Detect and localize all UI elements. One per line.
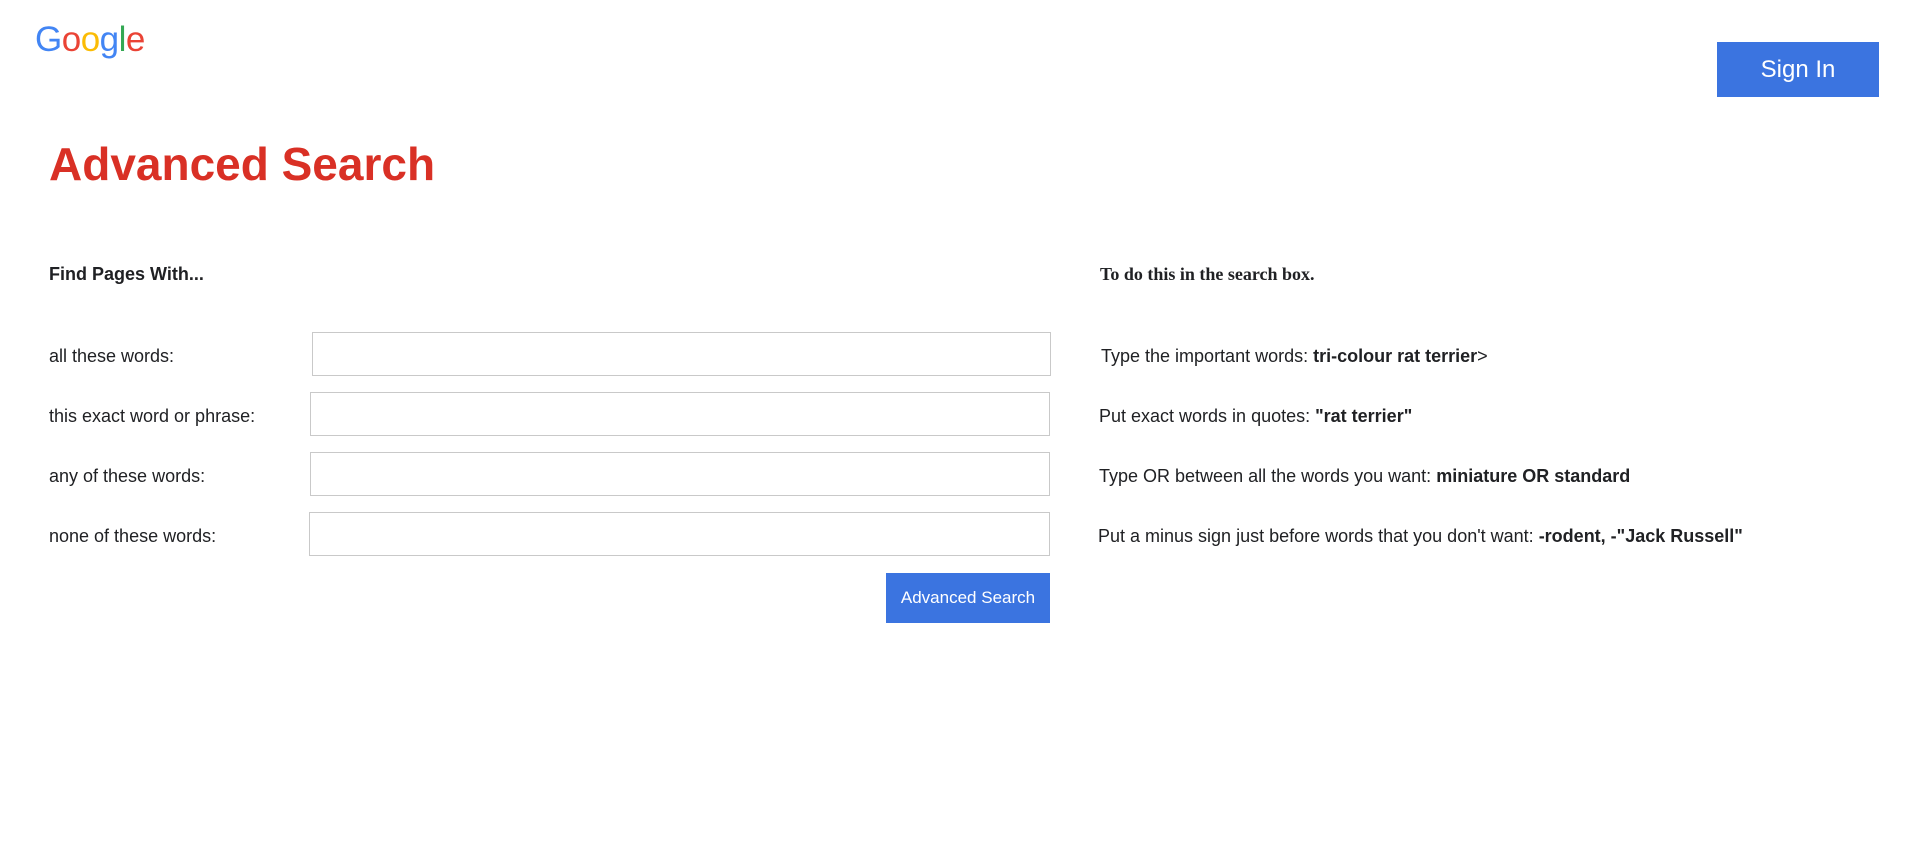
all-words-hint: Type the important words: tri-colour rat… <box>1101 345 1488 367</box>
hint-text: Put exact words in quotes: <box>1099 406 1316 426</box>
hint-example: "rat terrier" <box>1315 406 1413 426</box>
logo-letter: e <box>125 20 145 59</box>
hint-text: Type OR between all the words you want: <box>1099 466 1437 486</box>
hint-example: miniature OR standard <box>1436 466 1631 486</box>
exact-phrase-hint: Put exact words in quotes: "rat terrier" <box>1099 405 1412 427</box>
hint-example: tri-colour rat terrier <box>1313 346 1478 366</box>
hint-text: Put a minus sign just before words that … <box>1098 526 1539 546</box>
exact-phrase-input[interactable] <box>310 392 1050 436</box>
page-title: Advanced Search <box>49 138 436 190</box>
find-pages-heading: Find Pages With... <box>49 264 204 284</box>
logo-letter: o <box>61 20 81 59</box>
advanced-search-button[interactable]: Advanced Search <box>886 573 1050 623</box>
all-words-label: all these words: <box>49 346 175 366</box>
logo-letter: G <box>35 20 62 59</box>
sign-in-button[interactable]: Sign In <box>1717 42 1879 97</box>
all-words-input[interactable] <box>312 332 1051 376</box>
google-logo[interactable]: Google <box>35 22 145 57</box>
none-words-label: none of these words: <box>49 526 217 546</box>
none-words-input[interactable] <box>309 512 1050 556</box>
search-box-heading: To do this in the search box. <box>1100 264 1315 284</box>
logo-letter: o <box>80 20 100 59</box>
hint-text: Type the important words: <box>1101 346 1314 366</box>
none-words-hint: Put a minus sign just before words that … <box>1098 525 1743 547</box>
logo-letter: g <box>99 20 119 59</box>
hint-suffix: > <box>1477 346 1488 366</box>
exact-phrase-label: this exact word or phrase: <box>49 406 256 426</box>
any-words-label: any of these words: <box>49 466 206 486</box>
any-words-input[interactable] <box>310 452 1050 496</box>
advanced-search-page: Google Sign In Advanced Search Find Page… <box>0 0 1920 848</box>
hint-example: -rodent, -"Jack Russell" <box>1538 526 1743 546</box>
any-words-hint: Type OR between all the words you want: … <box>1099 465 1630 487</box>
logo-letter: l <box>118 20 127 59</box>
